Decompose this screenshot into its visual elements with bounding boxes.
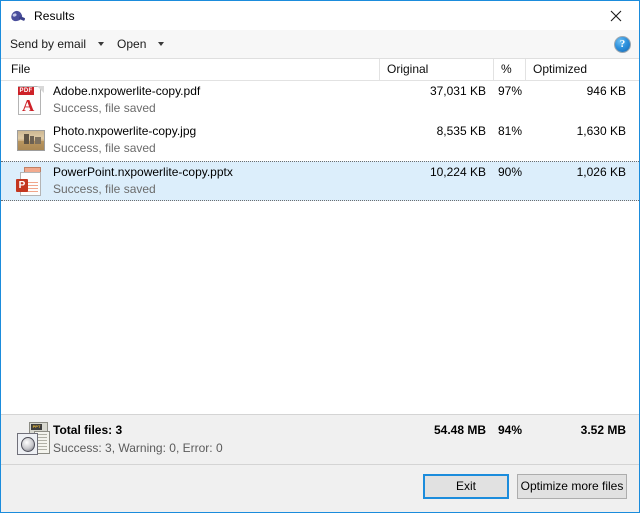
file-optimized-size: 1,630 KB (576, 124, 626, 138)
column-header-optimized[interactable]: Optimized (525, 59, 587, 80)
send-by-email-button[interactable]: Send by email (1, 33, 94, 55)
file-name: Adobe.nxpowerlite-copy.pdf (53, 84, 201, 98)
column-header-file[interactable]: File (1, 59, 30, 80)
close-icon[interactable] (593, 1, 639, 30)
file-status: Success, file saved (53, 141, 156, 155)
title-bar: Results (1, 1, 639, 30)
summary-detail: Success: 3, Warning: 0, Error: 0 (53, 441, 223, 455)
toolbar: Send by email Open ? (1, 30, 639, 59)
help-icon[interactable]: ? (614, 36, 631, 53)
file-name: PowerPoint.nxpowerlite-copy.pptx (53, 165, 233, 179)
summary-total-files: Total files: 3 (53, 423, 123, 437)
powerpoint-file-icon-label: P (16, 179, 28, 192)
column-header-percent[interactable]: % (493, 59, 512, 80)
summary-bar: PPT Total files: 3 Success: 3, Warning: … (1, 414, 639, 465)
summary-original-size: 54.48 MB (433, 423, 486, 437)
summary-percent: 94% (497, 423, 522, 437)
file-status: Success, file saved (53, 101, 156, 115)
pdf-file-icon-label: PDF (18, 87, 34, 95)
documents-stack-icon: PPT (15, 422, 51, 456)
file-optimized-size: 946 KB (586, 84, 626, 98)
image-file-icon (15, 125, 47, 157)
footer-bar: Exit Optimize more files (1, 465, 639, 512)
table-row[interactable]: Photo.nxpowerlite-copy.jpg Success, file… (1, 121, 639, 161)
pdf-file-icon: PDF A (15, 85, 47, 117)
summary-optimized-size: 3.52 MB (580, 423, 626, 437)
open-button[interactable]: Open (108, 33, 154, 55)
file-percent: 81% (497, 124, 522, 138)
file-original-size: 8,535 KB (436, 124, 486, 138)
file-original-size: 37,031 KB (429, 84, 486, 98)
file-name: Photo.nxpowerlite-copy.jpg (53, 124, 197, 138)
window-title: Results (34, 8, 75, 23)
results-window: Results Send by email Open ? File Origin… (0, 0, 640, 513)
column-header-row: File Original % Optimized (1, 59, 639, 81)
file-optimized-size: 1,026 KB (576, 165, 626, 179)
table-row[interactable]: PDF A Adobe.nxpowerlite-copy.pdf Success… (1, 81, 639, 121)
file-status: Success, file saved (53, 182, 156, 196)
open-label: Open (117, 37, 147, 51)
file-original-size: 10,224 KB (429, 165, 486, 179)
table-row[interactable]: P PowerPoint.nxpowerlite-copy.pptx Succe… (1, 161, 639, 201)
file-percent: 90% (497, 165, 522, 179)
powerpoint-file-icon: P (15, 166, 47, 198)
file-percent: 97% (497, 84, 522, 98)
open-chevron-down-icon[interactable] (154, 42, 168, 46)
column-header-original[interactable]: Original (379, 59, 428, 80)
optimize-more-files-button[interactable]: Optimize more files (517, 474, 627, 499)
exit-button[interactable]: Exit (423, 474, 509, 499)
file-list: PDF A Adobe.nxpowerlite-copy.pdf Success… (1, 81, 639, 414)
help-icon-glyph: ? (614, 36, 631, 53)
send-by-email-label: Send by email (10, 37, 87, 51)
send-by-email-chevron-down-icon[interactable] (94, 42, 108, 46)
documents-stack-icon-label: PPT (31, 424, 42, 430)
app-logo-icon (9, 8, 26, 24)
